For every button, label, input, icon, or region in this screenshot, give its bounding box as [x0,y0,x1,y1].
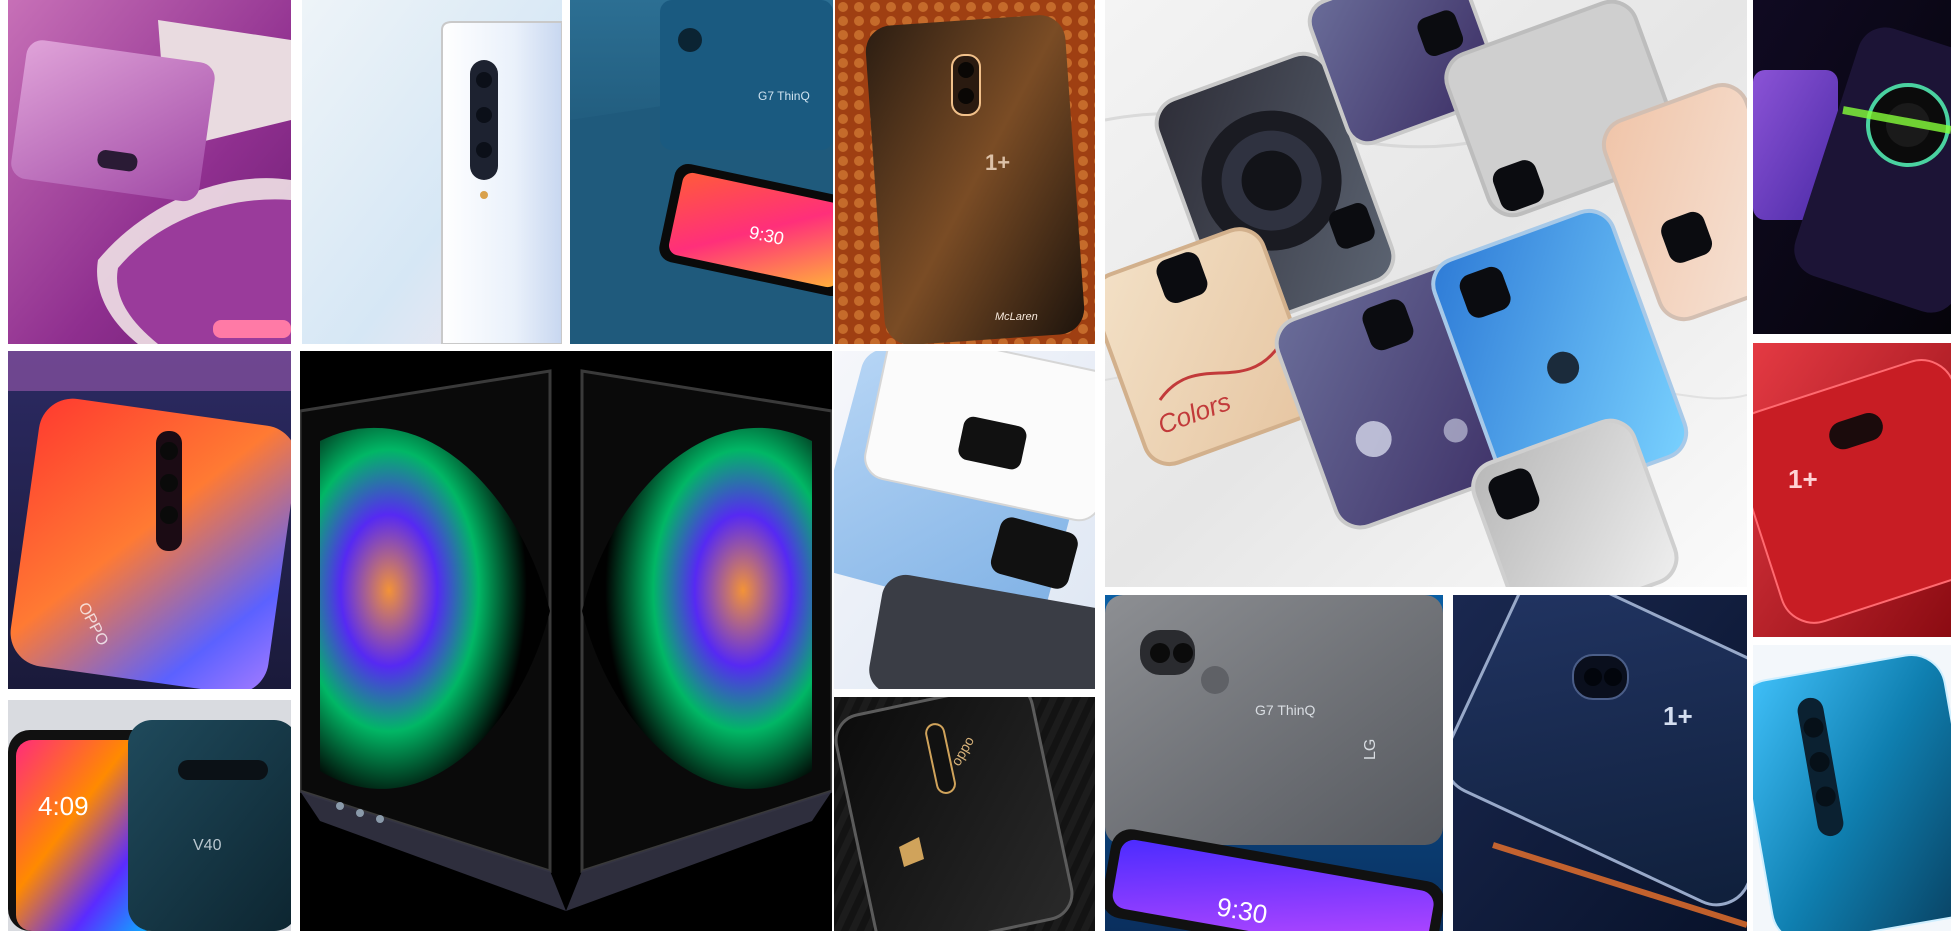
photo-galaxy-fold-butterfly [300,351,832,931]
oneplus-mclaren-brand: McLaren [995,311,1038,323]
photo-oneplus-6-red: 1+ [1753,343,1951,637]
photo-oneplus-7t-mclaren: 1+ McLaren [835,0,1095,344]
photo-iphone-cases-flatlay: Colors [1105,0,1747,587]
svg-text:1+: 1+ [985,150,1010,175]
lg-g7-back-label: G7 ThinQ [758,89,810,103]
svg-text:1+: 1+ [1663,701,1693,731]
photo-oppo-reno-gradient: OPPO [8,351,291,689]
photo-oppo-reno-lamborghini: oppo [834,697,1095,931]
photo-lg-g7-blue: G7 ThinQ 9:30 [570,0,833,344]
svg-text:1+: 1+ [1788,464,1818,494]
photo-lg-g7-gray: G7 ThinQ LG 9:30 [1105,595,1443,931]
photo-xiaomi-mi-cc9-white [302,0,562,344]
lg-v40-time: 4:09 [38,791,89,821]
photo-lg-v40-thinq: 4:09 V40 [8,700,291,931]
photo-vivo-nex3-purple [1753,0,1951,334]
lg-v40-brand: V40 [193,837,222,854]
photo-galaxy-zflip-purple [8,0,291,344]
lg-g7-gray-logo: LG [1362,739,1379,760]
photo-oneplus-6t-navy: 1+ [1453,595,1747,931]
photo-galaxy-s20-light-blue [834,351,1095,689]
photo-oppo-reno3-blue [1753,645,1951,931]
lg-g7-gray-back-label: G7 ThinQ [1255,702,1316,718]
